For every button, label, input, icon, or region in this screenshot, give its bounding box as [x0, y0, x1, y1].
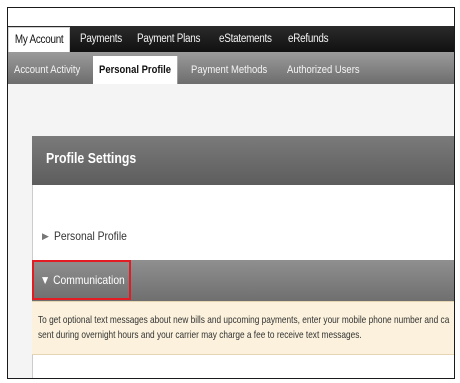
- primary-tab-bar: My Account Payments Payment Plans eState…: [8, 26, 454, 52]
- profile-settings-header: Profile Settings: [32, 136, 454, 185]
- section-communication-label: ▼ Communication: [40, 273, 125, 287]
- tab-payment-methods[interactable]: Payment Methods: [185, 56, 273, 84]
- communication-text-line-2: sent during overnight hours and your car…: [38, 329, 362, 341]
- communication-notice: To get optional text messages about new …: [32, 301, 454, 355]
- secondary-tab-bar: Account Activity Personal Profile Paymen…: [8, 52, 454, 84]
- tab-authorized-users[interactable]: Authorized Users: [281, 56, 366, 84]
- communication-text: To get optional text messages about new …: [38, 313, 449, 343]
- panel-title: Profile Settings: [46, 150, 137, 167]
- tab-personal-profile[interactable]: Personal Profile: [93, 56, 178, 84]
- tab-payments[interactable]: Payments: [74, 26, 128, 52]
- tab-payment-plans[interactable]: Payment Plans: [131, 26, 206, 52]
- communication-label-text: Communication: [53, 273, 125, 287]
- section-personal-profile-label: Personal Profile: [54, 229, 127, 243]
- tab-account-activity[interactable]: Account Activity: [8, 56, 86, 84]
- section-personal-profile[interactable]: ▶ Personal Profile: [32, 220, 454, 254]
- tab-my-account[interactable]: My Account: [8, 27, 71, 52]
- triangle-right-icon: ▶: [42, 231, 49, 241]
- communication-text-line-1: To get optional text messages about new …: [38, 314, 450, 326]
- page-frame: My Account Payments Payment Plans eState…: [7, 7, 455, 379]
- section-communication[interactable]: ▼ Communication: [32, 260, 454, 301]
- tab-estatements[interactable]: eStatements: [213, 26, 278, 52]
- triangle-down-icon: ▼: [40, 273, 51, 287]
- tab-erefunds[interactable]: eRefunds: [282, 26, 334, 52]
